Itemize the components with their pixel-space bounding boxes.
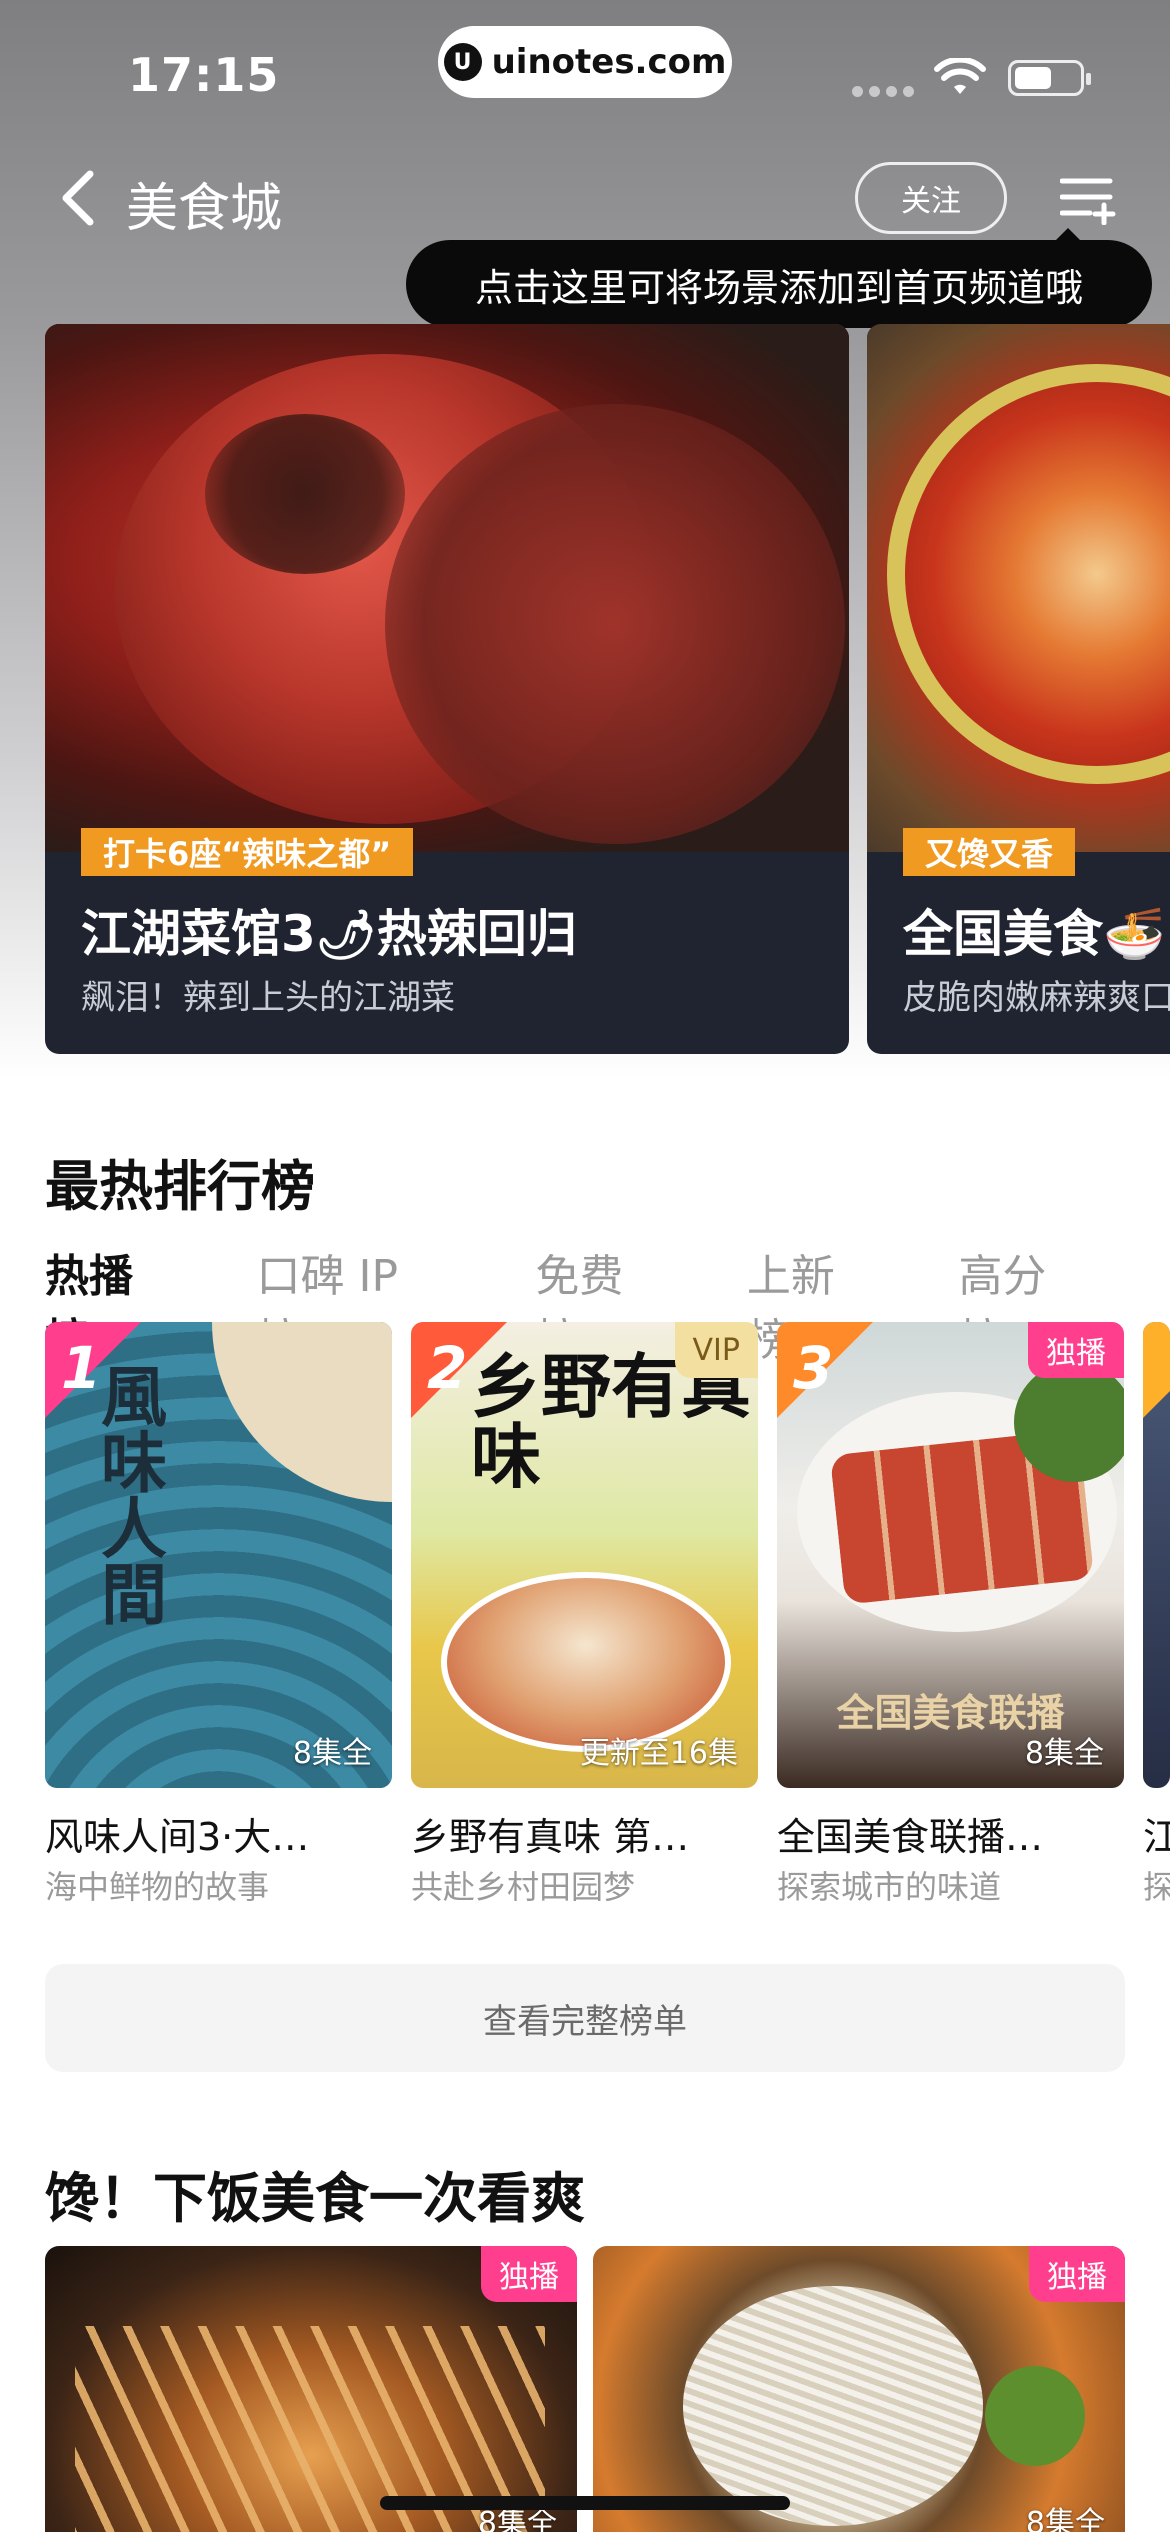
ranking-item-4[interactable]: [1143, 1322, 1170, 1788]
ranking-item-desc: 共赴乡村田园梦: [411, 1868, 636, 1906]
ranking-item-desc: 海中鲜物的故事: [45, 1868, 270, 1906]
wifi-icon: [934, 58, 986, 94]
exclusive-badge: 独播: [1029, 2246, 1125, 2302]
ranking-item-1[interactable]: 風味人間 1 8集全: [45, 1322, 392, 1788]
ranking-item-title[interactable]: 风味人间3·大…: [45, 1806, 365, 1861]
episode-count: 8集全: [1024, 1736, 1104, 1771]
rank-badge: 2: [411, 1322, 507, 1418]
banner-tag: 又馋又香: [903, 828, 1076, 876]
ranking-item-title[interactable]: 江: [1143, 1806, 1170, 1861]
rank-number: 2: [427, 1334, 468, 1402]
rank-badge: [1143, 1322, 1170, 1418]
banner-image: [45, 324, 849, 852]
follow-button[interactable]: 关注: [855, 162, 1007, 234]
signal-dots-icon: [852, 86, 914, 97]
view-full-list-button[interactable]: 查看完整榜单: [45, 1964, 1125, 2072]
page-title: 美食城: [126, 179, 283, 239]
featured-section-title: 馋！下饭美食一次看爽: [45, 2167, 585, 2230]
episode-count: 8集全: [1025, 2506, 1105, 2532]
banner-title: 全国美食🍜: [903, 905, 1166, 963]
ranking-item-desc: 探: [1143, 1868, 1170, 1906]
exclusive-badge: 独播: [1028, 1322, 1124, 1378]
ranking-item-desc: 探索城市的味道: [777, 1868, 1002, 1906]
ranking-item-3[interactable]: 全国美食联播 3 独播 8集全: [777, 1322, 1124, 1788]
episode-count: 8集全: [292, 1736, 372, 1771]
exclusive-badge: 独播: [481, 2246, 577, 2302]
site-url: uinotes.com: [491, 42, 727, 82]
banner-image: [867, 324, 1170, 852]
episode-count: 更新至16集: [579, 1736, 738, 1771]
banner-card-1[interactable]: 打卡6座“辣味之都” 江湖菜馆3🌶热辣回归 飙泪！辣到上头的江湖菜: [45, 324, 849, 1054]
banner-subtitle: 皮脆肉嫩麻辣爽口: [903, 978, 1170, 1018]
banner-tag: 打卡6座“辣味之都”: [81, 828, 414, 876]
featured-item-1[interactable]: 独播 8集全: [45, 2246, 577, 2532]
rank-badge: 3: [777, 1322, 873, 1418]
rank-badge: 1: [45, 1322, 141, 1418]
rank-number: 1: [61, 1334, 102, 1402]
ranking-item-title[interactable]: 全国美食联播…: [777, 1806, 1097, 1861]
featured-item-2[interactable]: 独播 8集全: [593, 2246, 1125, 2532]
site-logo-icon: U: [443, 43, 482, 81]
ranking-item-title[interactable]: 乡野有真味 第…: [411, 1806, 731, 1861]
home-indicator[interactable]: [380, 2496, 790, 2510]
banner-title: 江湖菜馆3🌶热辣回归: [81, 894, 577, 966]
add-channel-icon[interactable]: [1060, 175, 1116, 225]
add-to-home-tooltip[interactable]: 点击这里可将场景添加到首页频道哦: [406, 228, 1152, 328]
banner-title-part: 江湖菜馆3: [81, 905, 316, 963]
ranking-section-title: 最热排行榜: [45, 1155, 315, 1218]
status-bar: 17:15 U uinotes.com: [0, 0, 1170, 150]
chili-icon: 🌶: [315, 907, 377, 963]
battery-icon: [1008, 60, 1091, 96]
banner-subtitle: 飙泪！辣到上头的江湖菜: [81, 978, 455, 1018]
rank-number: 3: [793, 1334, 834, 1402]
banner-title-part: 热辣回归: [376, 905, 577, 963]
ranking-item-2[interactable]: 乡野有真味 2 VIP 更新至16集: [411, 1322, 758, 1788]
status-time: 17:15: [128, 48, 280, 102]
url-pill[interactable]: U uinotes.com: [438, 26, 732, 98]
banner-card-2[interactable]: 又馋又香 全国美食🍜 皮脆肉嫩麻辣爽口: [867, 324, 1170, 1054]
vip-badge: VIP: [674, 1322, 758, 1378]
back-chevron-icon[interactable]: [56, 168, 100, 228]
